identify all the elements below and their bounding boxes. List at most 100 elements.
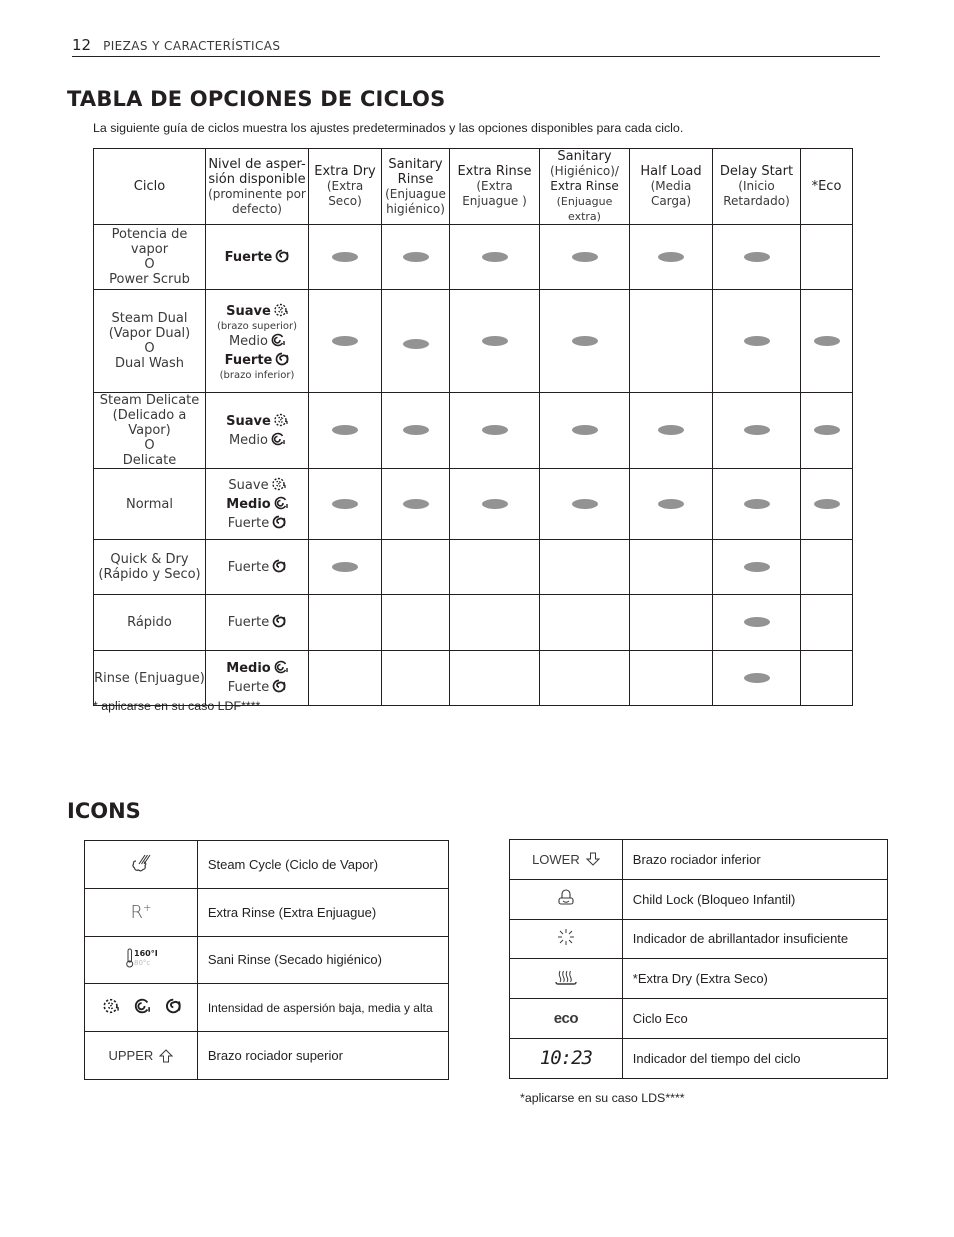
cycle-name-line: Normal [125, 496, 174, 512]
cycle-name-line: Quick & Dry [110, 552, 189, 567]
option-cell [381, 594, 450, 651]
page-number: 12 [72, 36, 92, 54]
option-cell [629, 594, 713, 651]
option-available-dot [332, 425, 358, 435]
icon-cell: R+ [84, 887, 198, 937]
option-cell [800, 650, 853, 706]
option-available-dot [813, 335, 840, 346]
eco-icon: eco [553, 1010, 579, 1028]
table-row: Rinse (Enjuague) Medio Fuerte [93, 650, 853, 706]
spray-level-label: Fuerte [224, 249, 273, 265]
option-cell [381, 468, 450, 540]
col-header-half-load: Half Load (Media Carga) [629, 148, 713, 225]
spray-level-cell: Suave Medio Fuerte [205, 468, 309, 540]
col-header-sanitary-rinse: Sanitary Rinse (Enjuague higiénico) [381, 148, 450, 225]
icon-description: Ciclo Eco [621, 998, 889, 1039]
option-cell [712, 539, 801, 595]
option-available-dot [813, 425, 840, 435]
option-cell [629, 289, 713, 393]
option-available-dot [402, 251, 429, 262]
spray-low-icon [271, 413, 288, 429]
cycle-name-cell: Steam Delicate (Delicado a Vapor) O Delicat… [93, 392, 206, 469]
footnote-lds: *aplicarse en su caso LDS**** [520, 1091, 685, 1105]
icon-legend-row: UPPER Brazo rociador superior [84, 1031, 450, 1080]
option-available-dot [332, 335, 358, 346]
cycle-name-cell: Normal [93, 468, 206, 540]
option-cell [539, 224, 630, 290]
spray-level: Fuerte [206, 248, 308, 267]
icon-legend-row: Indicador de abrillantador insuficiente [509, 918, 889, 960]
spray-arm-note: (brazo superior) [216, 320, 298, 332]
icon-description: Brazo rociador superior [196, 1031, 450, 1080]
spray-level-cell: Suave Medio [205, 392, 309, 469]
option-available-dot [658, 425, 684, 435]
spray-low-icon [269, 477, 286, 493]
option-cell [449, 289, 540, 393]
icon-cell: eco [509, 998, 623, 1039]
icon-legend-row: LOWER Brazo rociador inferior [509, 839, 889, 880]
child-lock-icon [557, 889, 575, 907]
col-header-spray-level: Nivel de asper-sión disponible (prominent… [205, 148, 309, 225]
spray-level: Suave (brazo superior) [206, 302, 308, 332]
icon-description: Brazo rociador inferior [621, 839, 889, 880]
spray-low-icon [271, 303, 288, 319]
spray-medium-icon [271, 496, 288, 512]
cycle-name-line: (Vapor Dual) [108, 326, 191, 341]
option-cell [308, 224, 382, 290]
spray-level: Suave [206, 476, 308, 495]
option-available-dot [658, 251, 684, 262]
svg-text:160°F: 160°F [134, 949, 157, 958]
spray-level-label: Fuerte [224, 352, 273, 368]
option-cell [712, 392, 801, 469]
cycle-name-line: O [144, 257, 155, 272]
option-cell [712, 594, 801, 651]
option-cell [381, 539, 450, 595]
spray-high-icon [272, 352, 289, 368]
table-row: Steam Dual (Vapor Dual) O Dual Wash Suave (br… [93, 289, 853, 393]
option-available-dot [658, 498, 684, 509]
extra-rinse-icon: R+ [130, 901, 152, 923]
option-cell [449, 224, 540, 290]
spray-intensity-icons [103, 998, 182, 1014]
cycle-options-table: Ciclo Nivel de asper-sión disponible (pro… [93, 148, 853, 706]
option-available-dot [571, 425, 598, 435]
icon-legend-row: 160°F80°c Sani Rinse (Secado higiénico) [84, 935, 450, 985]
option-available-dot [402, 425, 429, 435]
option-available-dot [743, 617, 770, 627]
cycle-time-icon: 10:23 [539, 1047, 593, 1070]
table-row: Normal Suave Medio Fuerte [93, 468, 853, 540]
icon-legend-row: R+ Extra Rinse (Extra Enjuague) [84, 887, 450, 937]
spray-level: Fuerte (brazo inferior) [206, 351, 308, 381]
col-header-sanitary-extra-rinse: Sanitary (Higiénico)/Extra Rinse (Enjuague… [539, 148, 630, 225]
icon-label: UPPER [108, 1048, 154, 1064]
option-cell [800, 224, 853, 290]
option-available-dot [332, 251, 358, 262]
icon-legend-row: eco Ciclo Eco [509, 998, 889, 1039]
option-available-dot [332, 498, 358, 509]
spray-level: Suave [206, 412, 308, 431]
option-available-dot [743, 425, 770, 435]
option-cell [539, 594, 630, 651]
spray-high-icon [269, 515, 286, 531]
table-row: Quick & Dry (Rápido y Seco) Fuerte [93, 539, 853, 595]
option-cell [800, 539, 853, 595]
option-cell [308, 594, 382, 651]
option-available-dot [481, 498, 508, 509]
cycle-name-line: Potencia de vapor [111, 227, 188, 257]
option-cell [381, 650, 450, 706]
spray-level-label: Fuerte [227, 680, 270, 695]
option-cell [629, 650, 713, 706]
steam-cycle-icon [130, 852, 152, 874]
spray-level: Fuerte [206, 514, 308, 533]
icon-cell [509, 918, 623, 960]
icon-legend-row: 10:23 Indicador del tiempo del ciclo [509, 1037, 889, 1079]
option-available-dot [743, 672, 770, 683]
option-cell [381, 224, 450, 290]
spray-level-label: Suave [226, 413, 271, 429]
option-cell [449, 539, 540, 595]
icon-description: Indicador del tiempo del ciclo [621, 1037, 889, 1079]
col-header-extra-rinse: Extra Rinse (Extra Enjuague ) [449, 148, 540, 225]
cycle-name-line: Steam Dual [111, 311, 188, 326]
option-available-dot [571, 335, 598, 346]
col-header-cycle: Ciclo [93, 148, 206, 225]
